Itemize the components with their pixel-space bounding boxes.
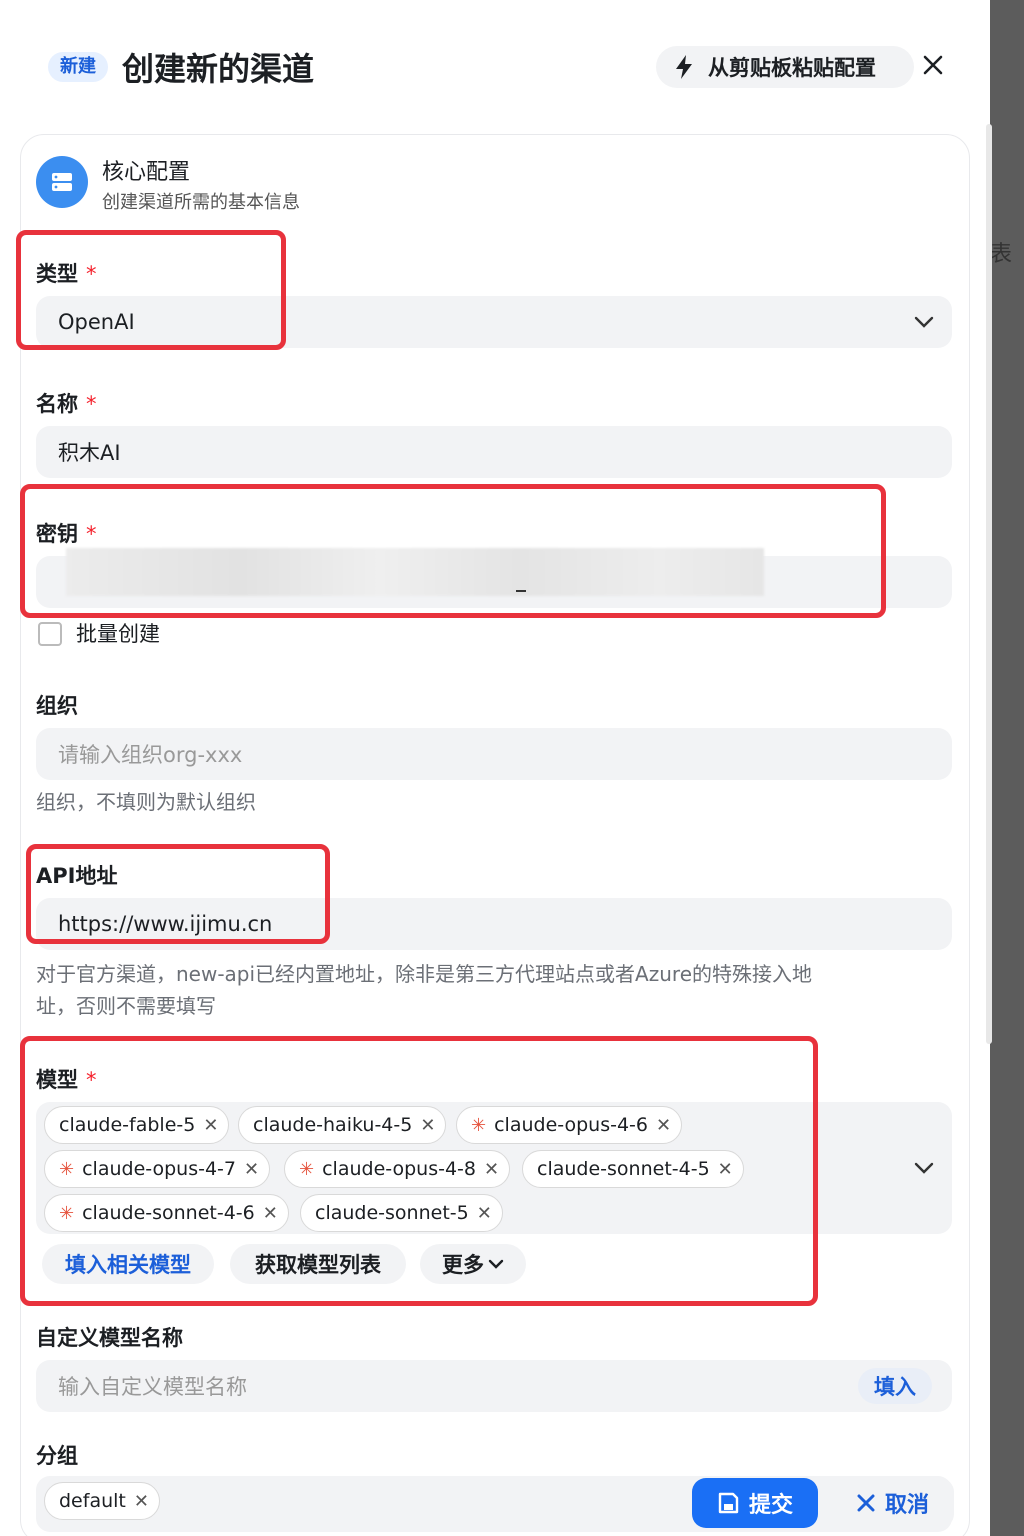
- model-tag-label: claude-opus-4-8: [322, 1158, 476, 1180]
- group-tag[interactable]: default ✕: [44, 1482, 160, 1520]
- model-tag[interactable]: claude-sonnet-4-5 ✕: [522, 1150, 744, 1188]
- more-label: 更多: [442, 1253, 484, 1277]
- model-tag[interactable]: claude-fable-5 ✕: [44, 1106, 230, 1144]
- model-tag[interactable]: ✳ claude-opus-4-8 ✕: [284, 1150, 511, 1188]
- claude-star-icon: ✳: [471, 1114, 487, 1136]
- fill-related-models-button[interactable]: 填入相关模型: [42, 1244, 214, 1284]
- cancel-label: 取消: [884, 1493, 929, 1518]
- model-tag[interactable]: ✳ claude-sonnet-4-6 ✕: [44, 1194, 289, 1232]
- page-backdrop: [990, 0, 1024, 1536]
- model-tag-label: claude-fable-5: [59, 1114, 196, 1136]
- required-mark: *: [86, 1068, 97, 1092]
- api-url-input[interactable]: https://www.ijimu.cn: [36, 898, 952, 950]
- remove-tag-icon[interactable]: ✕: [718, 1159, 733, 1180]
- remove-tag-icon[interactable]: ✕: [244, 1159, 259, 1180]
- claude-star-icon: ✳: [59, 1158, 75, 1180]
- org-placeholder: 请输入组织org-xxx: [58, 743, 243, 767]
- model-tag-label: claude-sonnet-5: [315, 1202, 469, 1224]
- api-url-value: https://www.ijimu.cn: [58, 912, 273, 936]
- key-label: 密钥 *: [36, 522, 97, 546]
- remove-tag-icon[interactable]: ✕: [263, 1203, 278, 1224]
- group-tag-label: default: [59, 1490, 126, 1512]
- cancel-button[interactable]: 取消: [832, 1478, 954, 1528]
- name-label: 名称 *: [36, 392, 97, 416]
- required-mark: *: [86, 392, 97, 416]
- batch-create-label: 批量创建: [76, 622, 160, 646]
- fetch-model-list-button[interactable]: 获取模型列表: [230, 1244, 406, 1284]
- modal-title: 创建新的渠道: [122, 50, 315, 88]
- scrollbar[interactable]: [986, 124, 992, 1044]
- modal-header: 新建 创建新的渠道 从剪贴板粘贴配置: [4, 4, 990, 124]
- model-tag-label: claude-haiku-4-5: [253, 1114, 413, 1136]
- model-tag[interactable]: ✳ claude-opus-4-6 ✕: [456, 1106, 683, 1144]
- custom-model-placeholder: 输入自定义模型名称: [58, 1375, 247, 1399]
- model-tag[interactable]: ✳ claude-opus-4-7 ✕: [44, 1150, 271, 1188]
- custom-model-label: 自定义模型名称: [36, 1326, 183, 1350]
- org-hint: 组织，不填则为默认组织: [36, 790, 256, 814]
- chevron-down-icon: [914, 1162, 934, 1174]
- remove-tag-icon[interactable]: ✕: [656, 1115, 671, 1136]
- lightning-icon: [676, 55, 692, 79]
- remove-tag-icon[interactable]: ✕: [484, 1159, 499, 1180]
- section-subtitle: 创建渠道所需的基本信息: [102, 192, 300, 213]
- custom-fill-button[interactable]: 填入: [858, 1368, 932, 1404]
- api-hint-line-1: 对于官方渠道，new-api已经内置地址，除非是第三方代理站点或者Azure的特…: [36, 962, 813, 986]
- name-value: 积木AI: [58, 441, 121, 465]
- save-icon: [718, 1492, 739, 1514]
- submit-button[interactable]: 提交: [692, 1478, 818, 1528]
- type-select[interactable]: OpenAI: [36, 296, 952, 348]
- type-label: 类型 *: [36, 262, 97, 286]
- custom-model-input[interactable]: 输入自定义模型名称 填入: [36, 1360, 952, 1412]
- remove-tag-icon[interactable]: ✕: [420, 1115, 435, 1136]
- claude-star-icon: ✳: [59, 1202, 75, 1224]
- create-channel-modal: 新建 创建新的渠道 从剪贴板粘贴配置 核心配置 创建渠道所需的基本信息 类型 * …: [4, 4, 992, 1536]
- chevron-down-icon: [914, 316, 934, 328]
- section-title: 核心配置: [102, 160, 191, 185]
- model-tag-label: claude-sonnet-4-5: [537, 1158, 710, 1180]
- model-tag[interactable]: claude-haiku-4-5 ✕: [238, 1106, 447, 1144]
- close-icon[interactable]: [916, 48, 950, 82]
- org-label: 组织: [36, 694, 78, 718]
- paste-config-label: 从剪贴板粘贴配置: [708, 56, 876, 80]
- required-mark: *: [86, 262, 97, 286]
- redacted-key: [66, 548, 764, 596]
- submit-label: 提交: [748, 1493, 793, 1518]
- model-tag-label: claude-opus-4-7: [82, 1158, 236, 1180]
- remove-tag-icon[interactable]: ✕: [477, 1203, 492, 1224]
- paste-config-button[interactable]: 从剪贴板粘贴配置: [656, 46, 914, 88]
- model-tag-label: claude-opus-4-6: [494, 1114, 648, 1136]
- models-label: 模型 *: [36, 1068, 97, 1092]
- group-label: 分组: [36, 1444, 78, 1468]
- remove-tag-icon[interactable]: ✕: [134, 1491, 149, 1512]
- new-badge: 新建: [48, 52, 108, 82]
- type-value: OpenAI: [58, 310, 135, 334]
- org-input[interactable]: 请输入组织org-xxx: [36, 728, 952, 780]
- required-mark: *: [86, 522, 97, 546]
- text-cursor: [516, 590, 526, 592]
- server-icon: [36, 156, 88, 208]
- api-label: API地址: [36, 864, 118, 888]
- chevron-down-icon: [488, 1259, 504, 1269]
- remove-tag-icon[interactable]: ✕: [203, 1115, 218, 1136]
- more-button[interactable]: 更多: [420, 1244, 526, 1284]
- name-input[interactable]: 积木AI: [36, 426, 952, 478]
- api-hint-line-2: 址，否则不需要填写: [36, 994, 216, 1018]
- close-icon: [857, 1494, 875, 1512]
- batch-create-checkbox[interactable]: [38, 622, 62, 646]
- model-tag-label: claude-sonnet-4-6: [82, 1202, 255, 1224]
- model-tag[interactable]: claude-sonnet-5 ✕: [300, 1194, 503, 1232]
- claude-star-icon: ✳: [299, 1158, 315, 1180]
- backdrop-text: 表: [990, 242, 1013, 267]
